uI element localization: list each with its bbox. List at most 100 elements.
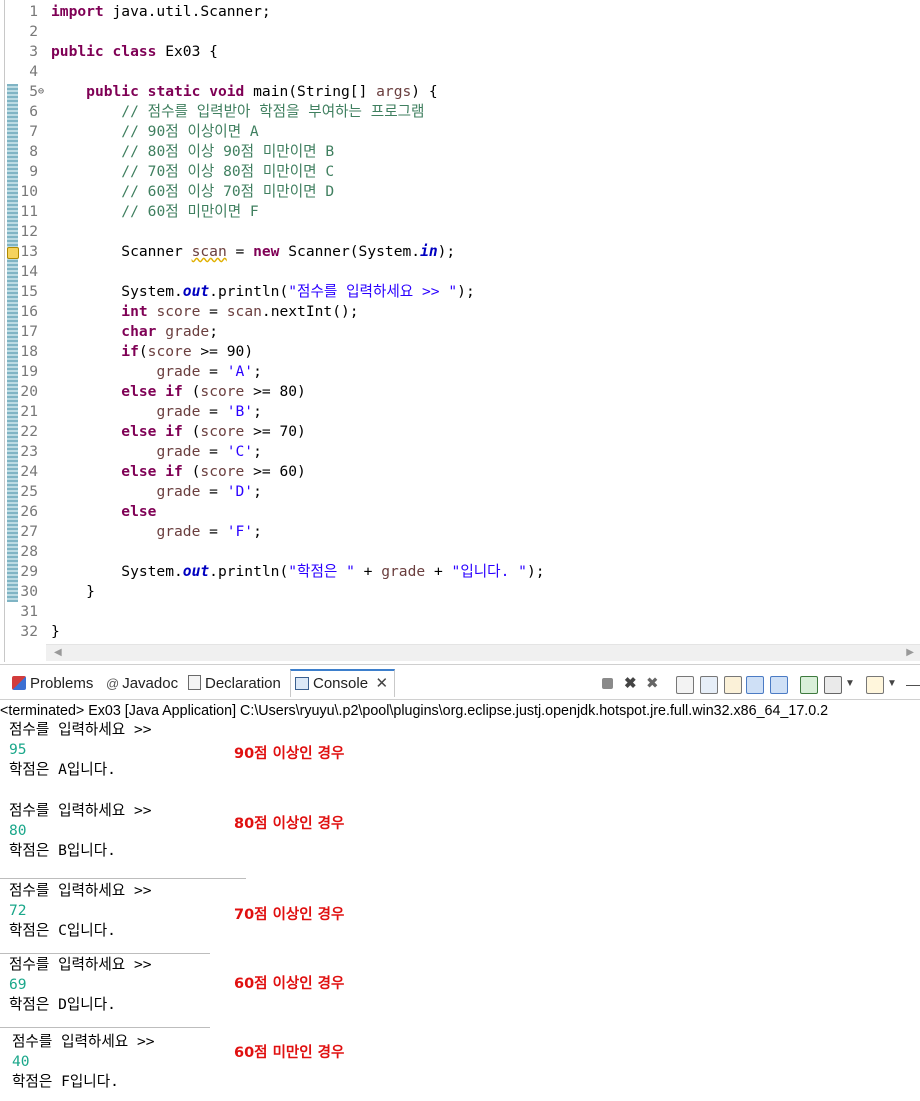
problems-icon: [12, 676, 26, 690]
code-token: .println(: [209, 283, 289, 300]
line-number: 21: [20, 403, 38, 420]
code-token: grade: [156, 403, 201, 420]
console-status-header: <terminated> Ex03 [Java Application] C:\…: [0, 703, 829, 719]
pin-console-icon[interactable]: [800, 676, 818, 694]
console-user-input: 95: [9, 741, 27, 758]
horizontal-scrollbar[interactable]: ◀ ▶: [46, 644, 920, 661]
code-token: =: [200, 403, 227, 420]
terminate-icon[interactable]: [602, 678, 613, 689]
line-number: 8: [29, 143, 38, 160]
code-text: grade = 'B';: [51, 402, 262, 422]
code-token: ;: [253, 483, 262, 500]
code-token: // 60점 이상 70점 미만이면 D: [121, 183, 335, 200]
code-token: // 60점 미만이면 F: [121, 203, 259, 220]
code-text: public class Ex03 {: [51, 42, 218, 62]
line-number: 15: [20, 283, 38, 300]
scroll-lock-icon[interactable]: [700, 676, 718, 694]
tab-problems[interactable]: Problems: [8, 671, 97, 697]
code-token: .nextInt();: [261, 303, 359, 320]
close-icon[interactable]: ✕: [375, 671, 388, 697]
line-number: 5: [29, 83, 38, 100]
declaration-icon: [188, 675, 201, 690]
display-console-icon[interactable]: [824, 676, 842, 694]
code-token: =: [200, 303, 227, 320]
line-number: 17: [20, 323, 38, 340]
code-token: =: [200, 523, 227, 540]
code-token: =: [200, 483, 227, 500]
line-number: 2: [29, 23, 38, 40]
line-number: 25: [20, 483, 38, 500]
code-token: ;: [253, 443, 262, 460]
word-wrap-icon[interactable]: [724, 676, 742, 694]
code-token: java.util.Scanner;: [103, 3, 271, 20]
console-user-input: 80: [9, 822, 27, 839]
line-number: 32: [20, 623, 38, 640]
code-token: grade: [165, 323, 210, 340]
code-text: // 90점 이상이면 A: [51, 122, 258, 142]
code-text: grade = 'F';: [51, 522, 261, 542]
line-number: 28: [20, 543, 38, 560]
line-number: 12: [20, 223, 38, 240]
code-token: if: [165, 463, 183, 480]
remove-all-terminated-icon[interactable]: ✖: [646, 676, 662, 692]
code-text: }: [51, 582, 95, 602]
minimize-icon[interactable]: —: [906, 676, 920, 692]
code-token: class: [112, 43, 157, 60]
clear-console-icon[interactable]: [676, 676, 694, 694]
line-number: 3: [29, 43, 38, 60]
code-token: "입니다. ": [451, 563, 527, 580]
tab-javadoc[interactable]: @ Javadoc: [102, 671, 182, 697]
code-token: grade: [156, 483, 201, 500]
warning-icon[interactable]: [7, 247, 19, 259]
line-number: 30: [20, 583, 38, 600]
code-text: // 점수를 입력받아 학점을 부여하는 프로그램: [51, 102, 424, 122]
show-on-stdout-icon[interactable]: [746, 676, 764, 694]
code-token: >= 70): [244, 423, 306, 440]
open-console-icon[interactable]: [866, 676, 884, 694]
annotation-note: 90점 이상인 경우: [234, 746, 345, 762]
code-token: ) {: [411, 83, 438, 100]
code-token: grade: [381, 563, 426, 580]
code-text: grade = 'A';: [51, 362, 261, 382]
code-token: (: [182, 423, 201, 440]
code-token: System.: [51, 283, 183, 300]
scroll-right-icon[interactable]: ▶: [906, 647, 914, 658]
code-text: if(score >= 90): [51, 342, 253, 362]
code-token: score: [147, 343, 192, 360]
tab-console[interactable]: Console ✕: [290, 669, 396, 697]
remove-launch-icon[interactable]: ✖: [624, 676, 640, 692]
code-token: Scanner: [51, 243, 192, 260]
code-token: ;: [253, 403, 262, 420]
code-token: "점수를 입력하세요 >> ": [288, 283, 458, 300]
show-on-stderr-icon[interactable]: [770, 676, 788, 694]
console-icon: [295, 677, 309, 690]
annotation-note: 70점 이상인 경우: [234, 907, 345, 923]
code-text: else if (score >= 70): [51, 422, 306, 442]
code-editor[interactable]: 1 import java.util.Scanner; 2 3 public class…: [0, 0, 920, 662]
chevron-down-icon[interactable]: ▼: [845, 676, 861, 692]
screenshot-seam-divider: [0, 953, 210, 954]
code-token: score: [200, 383, 245, 400]
console-prompt-line: 점수를 입력하세요 >>: [9, 802, 152, 819]
code-text: import java.util.Scanner;: [51, 2, 271, 22]
code-token: }: [51, 623, 60, 640]
scroll-left-icon[interactable]: ◀: [54, 647, 62, 658]
annotation-note: 60점 이상인 경우: [234, 976, 345, 992]
fold-toggle-icon[interactable]: ⊖: [38, 82, 44, 102]
line-number: 27: [20, 523, 38, 540]
open-console-menu-chevron-icon[interactable]: ▼: [887, 676, 903, 692]
code-token: new: [253, 243, 280, 260]
line-number: 24: [20, 463, 38, 480]
tab-declaration[interactable]: Declaration: [184, 671, 285, 697]
console-user-input: 40: [12, 1053, 30, 1070]
code-token: public: [86, 83, 139, 100]
line-number: 11: [20, 203, 38, 220]
